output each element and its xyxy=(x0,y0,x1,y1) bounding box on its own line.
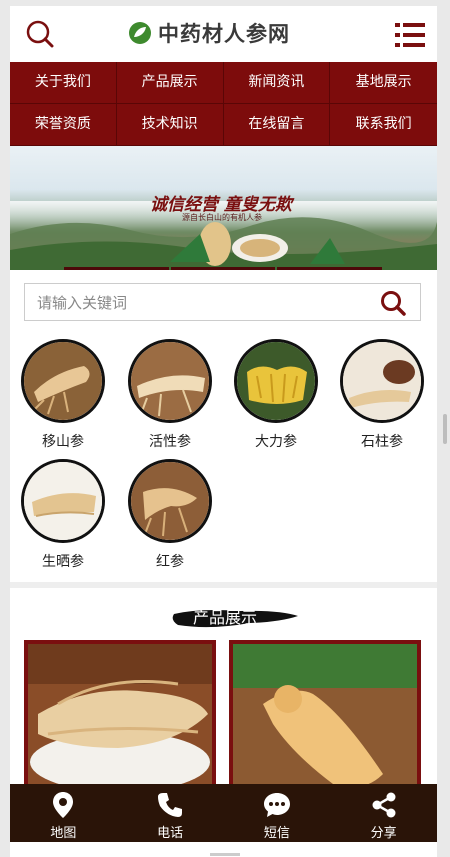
footer-share-button[interactable]: 分享 xyxy=(330,784,437,842)
footer-phone-label: 电话 xyxy=(157,826,184,841)
footer-map-button[interactable]: 地图 xyxy=(10,784,117,842)
section-divider xyxy=(10,582,437,588)
category-item[interactable]: 移山参 xyxy=(13,339,113,451)
nav-item-message[interactable]: 在线留言 xyxy=(223,104,331,146)
category-image xyxy=(234,339,318,423)
category-image xyxy=(340,339,424,423)
category-grid: 移山参 活性参 大力参 石柱参 生晒参 红参 xyxy=(10,339,437,579)
category-image xyxy=(21,339,105,423)
category-label: 生晒参 xyxy=(42,554,84,570)
main-nav: 关于我们 产品展示 新闻资讯 基地展示 荣誉资质 技术知识 在线留言 联系我们 xyxy=(10,62,437,146)
logo-text: 中药材人参网 xyxy=(158,21,290,46)
nav-item-about[interactable]: 关于我们 xyxy=(10,62,117,104)
category-image xyxy=(21,459,105,543)
section-title: 产品展示 xyxy=(192,608,257,627)
banner-slide[interactable]: 诚信经营 童叟无欺 源自长白山的有机人参 xyxy=(10,146,437,270)
banner-dot[interactable] xyxy=(277,267,383,270)
nav-item-honors[interactable]: 荣誉资质 xyxy=(10,104,117,146)
page: 中药材人参网 关于我们 产品展示 新闻资讯 基地展示 荣誉资质 技术知识 在线留… xyxy=(10,6,437,857)
product-card[interactable] xyxy=(24,640,216,800)
search-bar xyxy=(24,283,421,322)
nav-item-knowledge[interactable]: 技术知识 xyxy=(116,104,224,146)
banner-dot[interactable] xyxy=(170,267,276,270)
banner-pagination xyxy=(64,267,383,270)
nav-item-products[interactable]: 产品展示 xyxy=(116,62,224,104)
category-item[interactable]: 生晒参 xyxy=(13,459,113,571)
list-menu-icon[interactable] xyxy=(395,22,425,48)
footer-sms-button[interactable]: 短信 xyxy=(224,784,331,842)
leaf-logo-icon xyxy=(129,22,151,44)
category-image xyxy=(128,459,212,543)
banner-dot[interactable] xyxy=(64,267,169,270)
phone-icon xyxy=(158,793,183,817)
search-submit-icon[interactable] xyxy=(380,290,406,316)
category-item[interactable]: 石柱参 xyxy=(332,339,432,451)
category-item[interactable]: 活性参 xyxy=(120,339,220,451)
category-label: 大力参 xyxy=(255,434,297,450)
product-image xyxy=(233,644,417,796)
map-pin-icon xyxy=(53,792,74,818)
category-item[interactable]: 红参 xyxy=(120,459,220,571)
bottom-toolbar: 地图 电话 短信 分享 xyxy=(10,784,437,842)
nav-item-contact[interactable]: 联系我们 xyxy=(330,104,437,146)
category-label: 石柱参 xyxy=(361,434,403,450)
nav-item-base[interactable]: 基地展示 xyxy=(330,62,437,104)
header: 中药材人参网 xyxy=(10,6,437,62)
product-image xyxy=(28,644,212,796)
category-label: 红参 xyxy=(156,554,184,570)
home-indicator xyxy=(210,853,240,856)
share-icon xyxy=(372,792,396,818)
message-icon xyxy=(263,793,290,817)
footer-share-label: 分享 xyxy=(370,826,397,841)
search-input[interactable] xyxy=(35,284,369,322)
banner-subtitle: 源自长白山的有机人参 xyxy=(182,213,262,222)
footer-map-label: 地图 xyxy=(50,826,77,841)
footer-phone-button[interactable]: 电话 xyxy=(117,784,224,842)
nav-item-news[interactable]: 新闻资讯 xyxy=(223,62,331,104)
category-label: 活性参 xyxy=(149,434,191,450)
search-icon[interactable] xyxy=(26,20,54,48)
category-item[interactable]: 大力参 xyxy=(226,339,326,451)
section-header: 产品展示 xyxy=(170,605,300,631)
product-card[interactable] xyxy=(229,640,421,800)
footer-sms-label: 短信 xyxy=(263,826,290,841)
category-label: 移山参 xyxy=(42,434,84,450)
category-image xyxy=(128,339,212,423)
site-logo[interactable]: 中药材人参网 xyxy=(128,18,328,48)
scrollbar-thumb[interactable] xyxy=(443,414,447,444)
